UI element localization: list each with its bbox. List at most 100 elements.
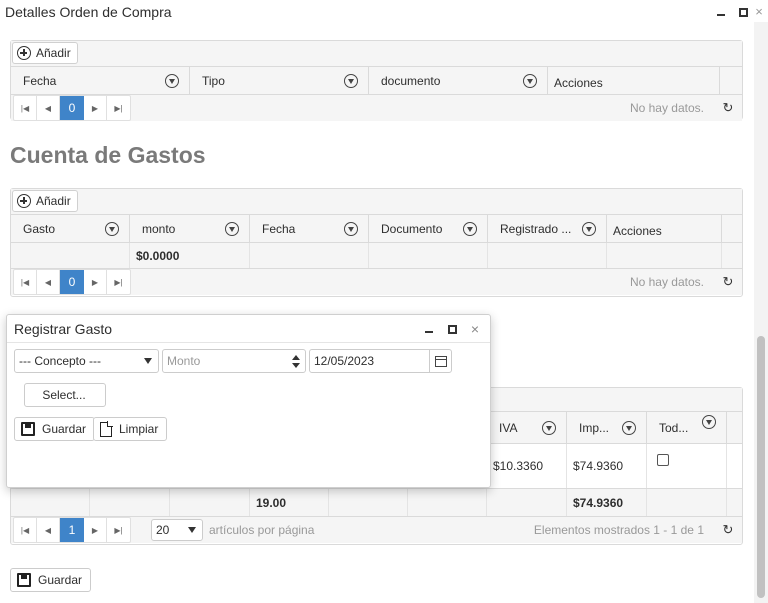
- column-header-acciones: Acciones: [607, 215, 722, 242]
- close-icon[interactable]: ×: [466, 320, 484, 338]
- filter-icon[interactable]: [225, 222, 239, 236]
- footer-cell: [11, 243, 130, 268]
- first-page-icon[interactable]: |◀: [14, 270, 37, 294]
- refresh-icon[interactable]: ↻: [720, 274, 736, 290]
- filter-icon[interactable]: [344, 74, 358, 88]
- footer-cell: [90, 489, 170, 516]
- grid-footer-row: $0.0000: [11, 243, 742, 269]
- close-icon[interactable]: ×: [752, 4, 766, 20]
- footer-cell: [329, 489, 408, 516]
- pager-info: No hay datos.: [629, 101, 704, 115]
- header-scroll-spacer: [722, 215, 742, 242]
- plus-circle-icon: [17, 194, 31, 208]
- add-button[interactable]: Añadir: [12, 190, 78, 212]
- header-scroll-spacer: [720, 67, 742, 94]
- column-label: Acciones: [554, 75, 603, 90]
- column-header-registrado[interactable]: Registrado ...: [488, 215, 607, 242]
- filter-icon[interactable]: [542, 421, 556, 435]
- footer-cell: [488, 243, 607, 268]
- cell-spacer: [727, 444, 742, 488]
- minimize-icon[interactable]: [712, 3, 730, 21]
- last-page-icon[interactable]: ▶|: [107, 96, 130, 120]
- guardar-label: Guardar: [42, 422, 87, 436]
- filter-icon[interactable]: [105, 222, 119, 236]
- filter-icon[interactable]: [582, 222, 596, 236]
- refresh-icon[interactable]: ↻: [720, 100, 736, 116]
- first-page-icon[interactable]: |◀: [14, 96, 37, 120]
- prev-page-icon[interactable]: ◀: [37, 518, 60, 542]
- monto-input[interactable]: Monto: [162, 349, 306, 373]
- next-page-icon[interactable]: ▶: [84, 96, 107, 120]
- maximize-icon[interactable]: [443, 320, 461, 338]
- column-header-documento[interactable]: documento: [369, 67, 548, 94]
- select-file-button[interactable]: Select...: [24, 383, 106, 407]
- filter-icon[interactable]: [523, 74, 537, 88]
- next-page-icon[interactable]: ▶: [84, 270, 107, 294]
- add-button[interactable]: Añadir: [12, 42, 78, 64]
- pager-buttons: |◀ ◀ 0 ▶ ▶|: [13, 269, 131, 295]
- column-header-fecha[interactable]: Fecha: [250, 215, 369, 242]
- guardar-orden-button[interactable]: Guardar: [10, 568, 92, 592]
- column-label: Fecha: [262, 221, 296, 236]
- save-icon: [21, 422, 35, 436]
- filter-icon[interactable]: [344, 222, 358, 236]
- per-page-label: artículos por página: [209, 523, 315, 537]
- limpiar-button[interactable]: Limpiar: [93, 417, 168, 441]
- current-page[interactable]: 0: [60, 96, 84, 120]
- next-page-icon[interactable]: ▶: [84, 518, 107, 542]
- fecha-value: 12/05/2023: [314, 354, 375, 368]
- column-header-iva[interactable]: IVA: [487, 412, 567, 443]
- filter-icon[interactable]: [702, 415, 716, 429]
- calendar-button[interactable]: [429, 350, 451, 372]
- last-page-icon[interactable]: ▶|: [107, 518, 130, 542]
- column-header-tipo[interactable]: Tipo: [190, 67, 369, 94]
- filter-icon[interactable]: [463, 222, 477, 236]
- column-header-monto[interactable]: monto: [130, 215, 250, 242]
- minimize-icon[interactable]: [420, 320, 438, 338]
- page-size-select[interactable]: 20: [151, 519, 203, 541]
- page-scrollbar[interactable]: [754, 22, 768, 603]
- column-label: Gasto: [23, 221, 56, 236]
- dialog-title: Registrar Gasto: [14, 321, 113, 337]
- column-header-documento[interactable]: Documento: [369, 215, 488, 242]
- column-header-gasto[interactable]: Gasto: [11, 215, 130, 242]
- column-header-importe[interactable]: Imp...: [567, 412, 647, 443]
- column-label: IVA: [499, 420, 518, 435]
- tipo-documento-grid: Añadir Fecha Tipo documento Acciones |◀ …: [10, 40, 743, 121]
- save-icon: [17, 573, 31, 587]
- row-checkbox[interactable]: [657, 454, 669, 466]
- prev-page-icon[interactable]: ◀: [37, 270, 60, 294]
- current-page[interactable]: 0: [60, 270, 84, 294]
- number-spinner[interactable]: [287, 350, 305, 372]
- current-page[interactable]: 1: [60, 518, 84, 542]
- footer-cell: [487, 489, 567, 516]
- limpiar-label: Limpiar: [119, 422, 159, 436]
- section-title: Cuenta de Gastos: [10, 142, 206, 168]
- cuenta-gastos-grid: Añadir Gasto monto Fecha Documento Regis…: [10, 188, 743, 297]
- spin-up-icon[interactable]: [292, 354, 300, 360]
- footer-cell: [170, 489, 250, 516]
- footer-cell: [250, 243, 369, 268]
- filter-icon[interactable]: [165, 74, 179, 88]
- window-titlebar: Detalles Orden de Compra: [0, 0, 752, 24]
- column-label: Fecha: [23, 73, 57, 88]
- prev-page-icon[interactable]: ◀: [37, 96, 60, 120]
- maximize-icon[interactable]: [734, 3, 752, 21]
- grid-pager: |◀ ◀ 0 ▶ ▶| No hay datos. ↻: [11, 269, 742, 295]
- fecha-datepicker[interactable]: 12/05/2023: [309, 349, 452, 373]
- refresh-icon[interactable]: ↻: [720, 522, 736, 538]
- last-page-icon[interactable]: ▶|: [107, 270, 130, 294]
- footer-cell: [369, 243, 488, 268]
- scrollbar-thumb[interactable]: [757, 336, 765, 598]
- first-page-icon[interactable]: |◀: [14, 518, 37, 542]
- spin-down-icon[interactable]: [292, 362, 300, 368]
- column-label: Tipo: [202, 73, 225, 88]
- chevron-down-icon: [144, 358, 152, 364]
- guardar-button[interactable]: Guardar: [14, 417, 96, 441]
- footer-cell: [727, 489, 742, 516]
- column-header-todos[interactable]: Tod...: [647, 412, 727, 443]
- column-header-fecha[interactable]: Fecha: [11, 67, 190, 94]
- add-button-label: Añadir: [36, 46, 71, 60]
- filter-icon[interactable]: [622, 421, 636, 435]
- concepto-select[interactable]: --- Concepto ---: [14, 349, 159, 373]
